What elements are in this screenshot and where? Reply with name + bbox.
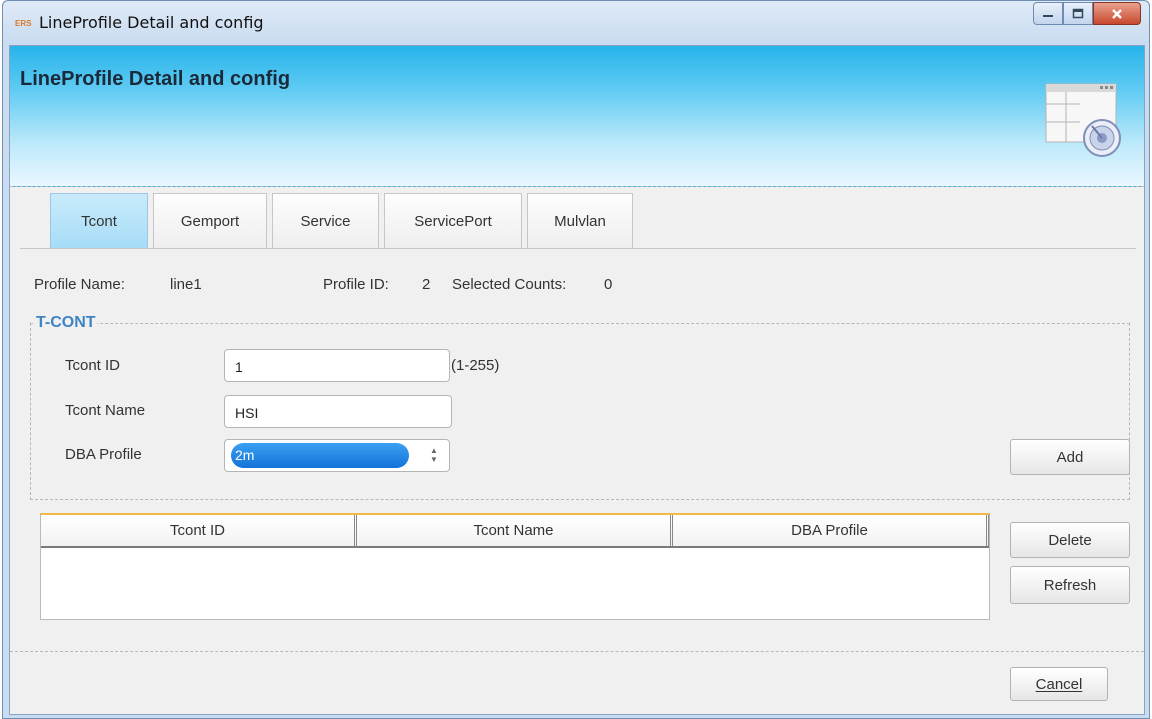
banner-title: LineProfile Detail and config [20,68,291,90]
selected-counts-label: Selected Counts: [452,276,567,293]
window-title: LineProfile Detail and config [39,13,264,32]
selected-counts-value: 0 [604,276,613,293]
delete-button[interactable]: Delete [1010,522,1130,558]
close-icon [1112,8,1122,19]
column-header-tcont-id[interactable]: Tcont ID [41,515,357,546]
tab-serviceport[interactable]: ServicePort [384,193,522,249]
profile-id-value: 2 [422,276,431,293]
tab-mulvlan[interactable]: Mulvlan [527,193,633,249]
maximize-button[interactable] [1063,2,1093,25]
table-header: Tcont ID Tcont Name DBA Profile [41,515,989,548]
column-header-tcont-name[interactable]: Tcont Name [357,515,673,546]
dba-profile-select[interactable]: 2m ▲ ▼ [224,439,450,472]
tcont-name-input[interactable]: HSI [224,395,452,428]
dba-profile-label: DBA Profile [65,446,142,463]
column-header-dba-profile[interactable]: DBA Profile [673,515,989,546]
caption-buttons [1033,2,1141,28]
minimize-button[interactable] [1033,2,1063,25]
dba-profile-selected-value: 2m [231,443,409,468]
tcont-id-range-hint: (1-255) [451,357,500,374]
config-window-icon [1045,83,1121,157]
tcont-id-label: Tcont ID [65,357,121,374]
cancel-button[interactable]: Cancel [1010,667,1108,701]
dialog-body: LineProfile Detail and config Tcont Gemp… [9,45,1145,715]
add-button[interactable]: Add [1010,439,1130,475]
tab-tcont[interactable]: Tcont [50,193,148,249]
updown-arrows-icon: ▲ ▼ [430,446,438,464]
tcont-table: Tcont ID Tcont Name DBA Profile [40,513,990,620]
tab-bar: Tcont Gemport Service ServicePort Mulvla… [50,193,638,249]
tab-service[interactable]: Service [272,193,379,249]
app-logo-icon: ERS [15,19,32,28]
tcont-id-input[interactable]: 1 [224,349,450,382]
close-button[interactable] [1093,2,1141,25]
minimize-icon [1043,14,1053,17]
title-bar[interactable]: ERS LineProfile Detail and config [3,1,1149,45]
tab-underline [20,248,1136,249]
maximize-icon [1072,8,1084,18]
profile-name-label: Profile Name: [34,276,125,293]
tcont-name-label: Tcont Name [65,402,146,419]
profile-name-value: line1 [170,276,202,293]
tcont-group-title: T-CONT [35,314,97,332]
header-banner: LineProfile Detail and config [10,46,1144,187]
profile-id-label: Profile ID: [323,276,389,293]
app-window: ERS LineProfile Detail and config LinePr… [2,0,1150,719]
refresh-button[interactable]: Refresh [1010,566,1130,604]
tab-gemport[interactable]: Gemport [153,193,267,249]
footer-divider [10,651,1144,652]
tcont-groupbox [30,323,1130,500]
